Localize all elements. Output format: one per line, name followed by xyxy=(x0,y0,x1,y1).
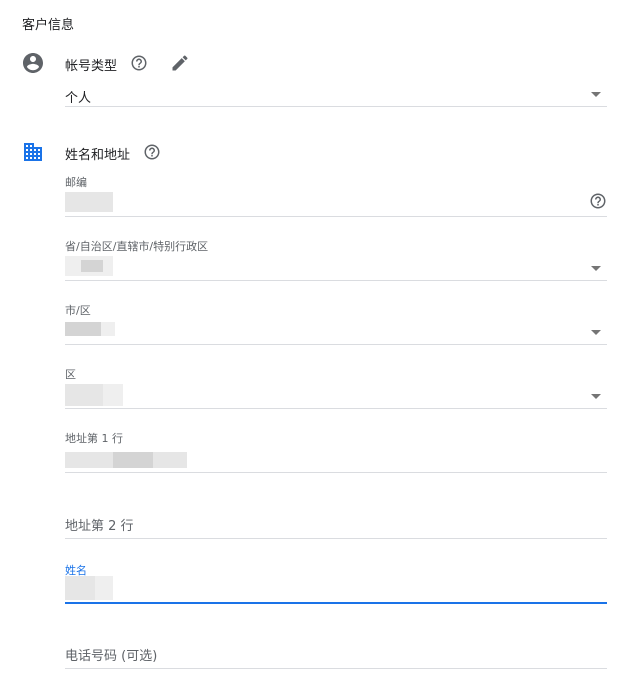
field-underline-focused xyxy=(65,602,607,604)
district-label: 区 xyxy=(65,368,76,381)
dropdown-caret-icon xyxy=(591,394,601,399)
city-value-blur xyxy=(101,322,115,336)
dropdown-caret-icon xyxy=(591,266,601,271)
field-underline xyxy=(65,408,607,409)
postal-code-value xyxy=(65,192,113,212)
district-value-blur xyxy=(103,384,123,406)
province-select[interactable]: 省/自治区/直辖市/特别行政区 xyxy=(65,236,607,282)
address-line1-field[interactable]: 地址第 1 行 xyxy=(65,428,607,474)
name-field[interactable]: 姓名 xyxy=(65,560,607,606)
dropdown-caret-icon xyxy=(591,92,601,97)
help-icon[interactable] xyxy=(143,143,161,161)
field-underline xyxy=(65,216,607,217)
account-type-label: 帐号类型 xyxy=(65,59,118,74)
page-title: 客户信息 xyxy=(22,18,75,33)
account-circle-icon xyxy=(23,53,43,73)
address-line1-label: 地址第 1 行 xyxy=(65,432,123,445)
dropdown-caret-icon xyxy=(591,330,601,335)
address-line1-value xyxy=(65,452,113,468)
field-underline xyxy=(65,472,607,473)
address-line1-value-blur xyxy=(113,452,153,468)
phone-field[interactable]: 电话号码 (可选) xyxy=(65,634,607,670)
edit-icon[interactable] xyxy=(170,53,190,73)
building-icon xyxy=(24,143,42,161)
city-value xyxy=(65,322,101,336)
phone-placeholder: 电话号码 (可选) xyxy=(65,649,158,664)
address-line2-placeholder: 地址第 2 行 xyxy=(65,519,134,534)
address-line2-field[interactable]: 地址第 2 行 xyxy=(65,504,607,540)
address-line1-value-blur xyxy=(153,452,187,468)
district-select[interactable]: 区 xyxy=(65,364,607,410)
name-value xyxy=(65,576,95,600)
field-underline xyxy=(65,538,607,539)
province-label: 省/自治区/直辖市/特别行政区 xyxy=(65,240,209,253)
account-type-value: 个人 xyxy=(65,91,92,106)
district-value xyxy=(65,384,103,406)
help-icon[interactable] xyxy=(130,54,148,72)
postal-code-label: 邮编 xyxy=(65,176,87,189)
account-type-select[interactable]: 个人 xyxy=(65,80,607,108)
postal-code-field[interactable]: 邮编 xyxy=(65,172,607,218)
help-icon[interactable] xyxy=(589,192,607,210)
name-value-blur xyxy=(95,576,113,600)
field-underline xyxy=(65,280,607,281)
name-address-label: 姓名和地址 xyxy=(65,148,131,163)
province-value-blur xyxy=(81,260,103,272)
field-underline xyxy=(65,668,607,669)
field-underline xyxy=(65,344,607,345)
city-label: 市/区 xyxy=(65,304,91,317)
field-underline xyxy=(65,106,607,107)
city-select[interactable]: 市/区 xyxy=(65,300,607,346)
